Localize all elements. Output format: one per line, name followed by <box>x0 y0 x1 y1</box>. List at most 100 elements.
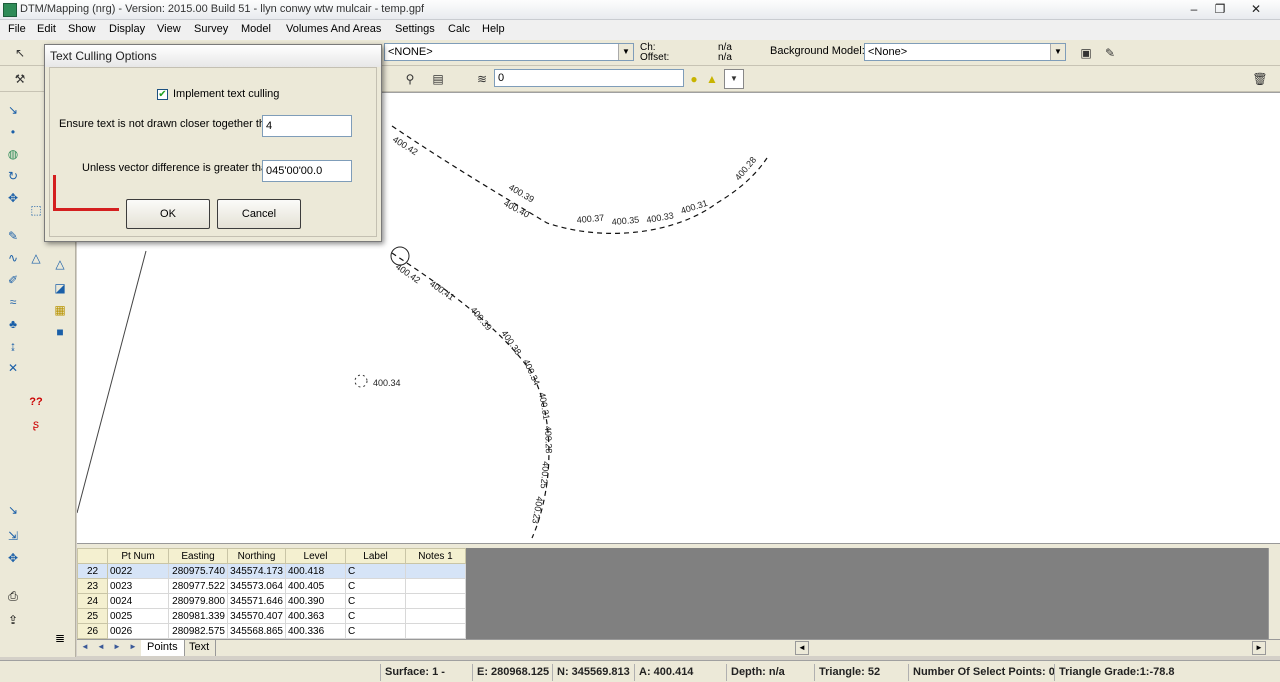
move-tool-icon[interactable]: ✥ <box>3 188 23 208</box>
minimize-button[interactable]: – <box>1180 1 1208 18</box>
table-icon[interactable]: ▤ <box>428 69 448 89</box>
level-cell[interactable]: 400.390 <box>285 593 346 609</box>
select-arrow-icon[interactable]: ↖ <box>10 43 30 63</box>
notes-cell[interactable] <box>405 623 466 639</box>
notes-cell[interactable] <box>405 578 466 594</box>
scroll-right-icon[interactable]: ► <box>1252 641 1266 655</box>
easting-cell[interactable]: 280977.522 <box>168 578 228 594</box>
menu-calc[interactable]: Calc <box>448 23 470 35</box>
edit-tool-icon[interactable]: ✐ <box>3 270 23 290</box>
level-cell[interactable]: 400.405 <box>285 578 346 594</box>
dialog-title[interactable]: Text Culling Options <box>45 45 381 67</box>
menu-model[interactable]: Model <box>241 23 271 35</box>
column-header[interactable]: Level <box>285 548 346 564</box>
feature-code-combo[interactable]: <NONE> ▼ <box>384 43 634 61</box>
level-cell[interactable]: 400.363 <box>285 608 346 624</box>
menu-survey[interactable]: Survey <box>194 23 228 35</box>
layer-combo[interactable]: 0 <box>494 69 684 87</box>
list-tool-icon[interactable]: ≣ <box>50 628 70 648</box>
label-cell[interactable]: C <box>345 623 406 639</box>
northing-cell[interactable]: 345568.865 <box>227 623 286 639</box>
surface-tool-icon[interactable]: ◍ <box>3 144 23 164</box>
rotate-tool-icon[interactable]: ↻ <box>3 166 23 186</box>
easting-cell[interactable]: 280975.740 <box>168 563 228 579</box>
dimension-tool-icon[interactable]: ↨ <box>3 336 23 356</box>
scroll-left-icon[interactable]: ◄ <box>795 641 809 655</box>
pt-num-cell[interactable]: 0026 <box>107 623 169 639</box>
horizontal-scrollbar[interactable]: ◄ ► <box>795 639 1280 656</box>
image-icon[interactable]: ▣ <box>1076 43 1096 63</box>
point-tool-icon[interactable]: • <box>3 122 23 142</box>
menu-show[interactable]: Show <box>68 23 96 35</box>
restore-button[interactable]: ❐ <box>1206 1 1234 18</box>
background-model-combo[interactable]: <None> ▼ <box>864 43 1066 61</box>
easting-cell[interactable]: 280981.339 <box>168 608 228 624</box>
menu-view[interactable]: View <box>157 23 181 35</box>
northing-cell[interactable]: 345570.407 <box>227 608 286 624</box>
notes-cell[interactable] <box>405 563 466 579</box>
vector-difference-input[interactable] <box>262 160 352 182</box>
draw-tool-icon[interactable]: ✎ <box>3 226 23 246</box>
pt-num-cell[interactable]: 0022 <box>107 563 169 579</box>
last-sheet-icon[interactable]: ► <box>129 642 137 651</box>
ok-button[interactable]: OK <box>126 199 210 229</box>
min-distance-input[interactable] <box>262 115 352 137</box>
implement-culling-checkbox[interactable]: ✔ <box>157 89 168 100</box>
column-header[interactable]: Label <box>345 548 406 564</box>
layers-icon[interactable]: ≋ <box>472 69 492 89</box>
triangle-outline-icon[interactable]: △ <box>50 254 70 274</box>
table-row[interactable]: 26 0026 280982.575 345568.865 400.336 C <box>77 623 466 639</box>
label-cell[interactable]: C <box>345 578 406 594</box>
table-row[interactable]: 22 0022 280975.740 345574.173 400.418 C <box>77 563 466 579</box>
grid-tool-icon[interactable]: ▦ <box>50 300 70 320</box>
level-cell[interactable]: 400.336 <box>285 623 346 639</box>
lightbulb-icon[interactable]: ● <box>684 69 704 89</box>
column-header[interactable]: Easting <box>168 548 228 564</box>
next-sheet-icon[interactable]: ► <box>113 642 121 651</box>
menu-volumes-and-areas[interactable]: Volumes And Areas <box>286 23 381 35</box>
table-row[interactable]: 24 0024 280979.800 345571.646 400.390 C <box>77 593 466 609</box>
query-tool-icon[interactable]: ?? <box>26 392 46 412</box>
column-header[interactable]: Pt Num <box>107 548 169 564</box>
label-cell[interactable]: C <box>345 593 406 609</box>
cross-tool-icon[interactable]: ✕ <box>3 358 23 378</box>
warning-icon[interactable]: ▲ <box>702 69 722 89</box>
tree-tool-icon[interactable]: ♣ <box>3 314 23 334</box>
tab-points[interactable]: Points <box>141 640 185 656</box>
notes-cell[interactable] <box>405 608 466 624</box>
menu-settings[interactable]: Settings <box>395 23 435 35</box>
snap-tool-icon[interactable]: ʂ <box>26 414 46 434</box>
table-row[interactable]: 23 0023 280977.522 345573.064 400.405 C <box>77 578 466 594</box>
notes-cell[interactable] <box>405 593 466 609</box>
pin-icon[interactable]: ⚲ <box>400 69 420 89</box>
pan-tool-icon[interactable]: ✥ <box>3 548 23 568</box>
northing-cell[interactable]: 345573.064 <box>227 578 286 594</box>
pencil-icon[interactable]: ✎ <box>1100 43 1120 63</box>
column-header[interactable]: Notes 1 <box>405 548 466 564</box>
profile-tool-icon[interactable]: ≈ <box>3 292 23 312</box>
menu-file[interactable]: File <box>8 23 26 35</box>
pt-num-cell[interactable]: 0025 <box>107 608 169 624</box>
easting-cell[interactable]: 280979.800 <box>168 593 228 609</box>
trim-tool-icon[interactable]: ⇲ <box>3 526 23 546</box>
tab-text[interactable]: Text <box>183 640 217 656</box>
select-tool-icon[interactable]: ⬚ <box>26 200 46 220</box>
pt-num-cell[interactable]: 0023 <box>107 578 169 594</box>
northing-cell[interactable]: 345571.646 <box>227 593 286 609</box>
label-cell[interactable]: C <box>345 563 406 579</box>
layer-dropdown-icon[interactable]: ▼ <box>724 69 744 89</box>
menu-help[interactable]: Help <box>482 23 505 35</box>
export-tool-icon[interactable]: ⇪ <box>3 610 23 630</box>
cancel-button[interactable]: Cancel <box>217 199 301 229</box>
tool-icon[interactable]: ⚒ <box>10 69 30 89</box>
contour-tool-icon[interactable]: ◪ <box>50 278 70 298</box>
table-row[interactable]: 25 0025 280981.339 345570.407 400.363 C <box>77 608 466 624</box>
chevron-down-icon[interactable]: ▼ <box>1050 44 1065 60</box>
level-cell[interactable]: 400.418 <box>285 563 346 579</box>
model-tool-icon[interactable]: ■ <box>50 322 70 342</box>
curve-tool-icon[interactable]: ∿ <box>3 248 23 268</box>
print-tool-icon[interactable]: ⎙ <box>3 586 23 606</box>
column-header[interactable]: Northing <box>227 548 286 564</box>
easting-cell[interactable]: 280982.575 <box>168 623 228 639</box>
extend-tool-icon[interactable]: ↘ <box>3 500 23 520</box>
